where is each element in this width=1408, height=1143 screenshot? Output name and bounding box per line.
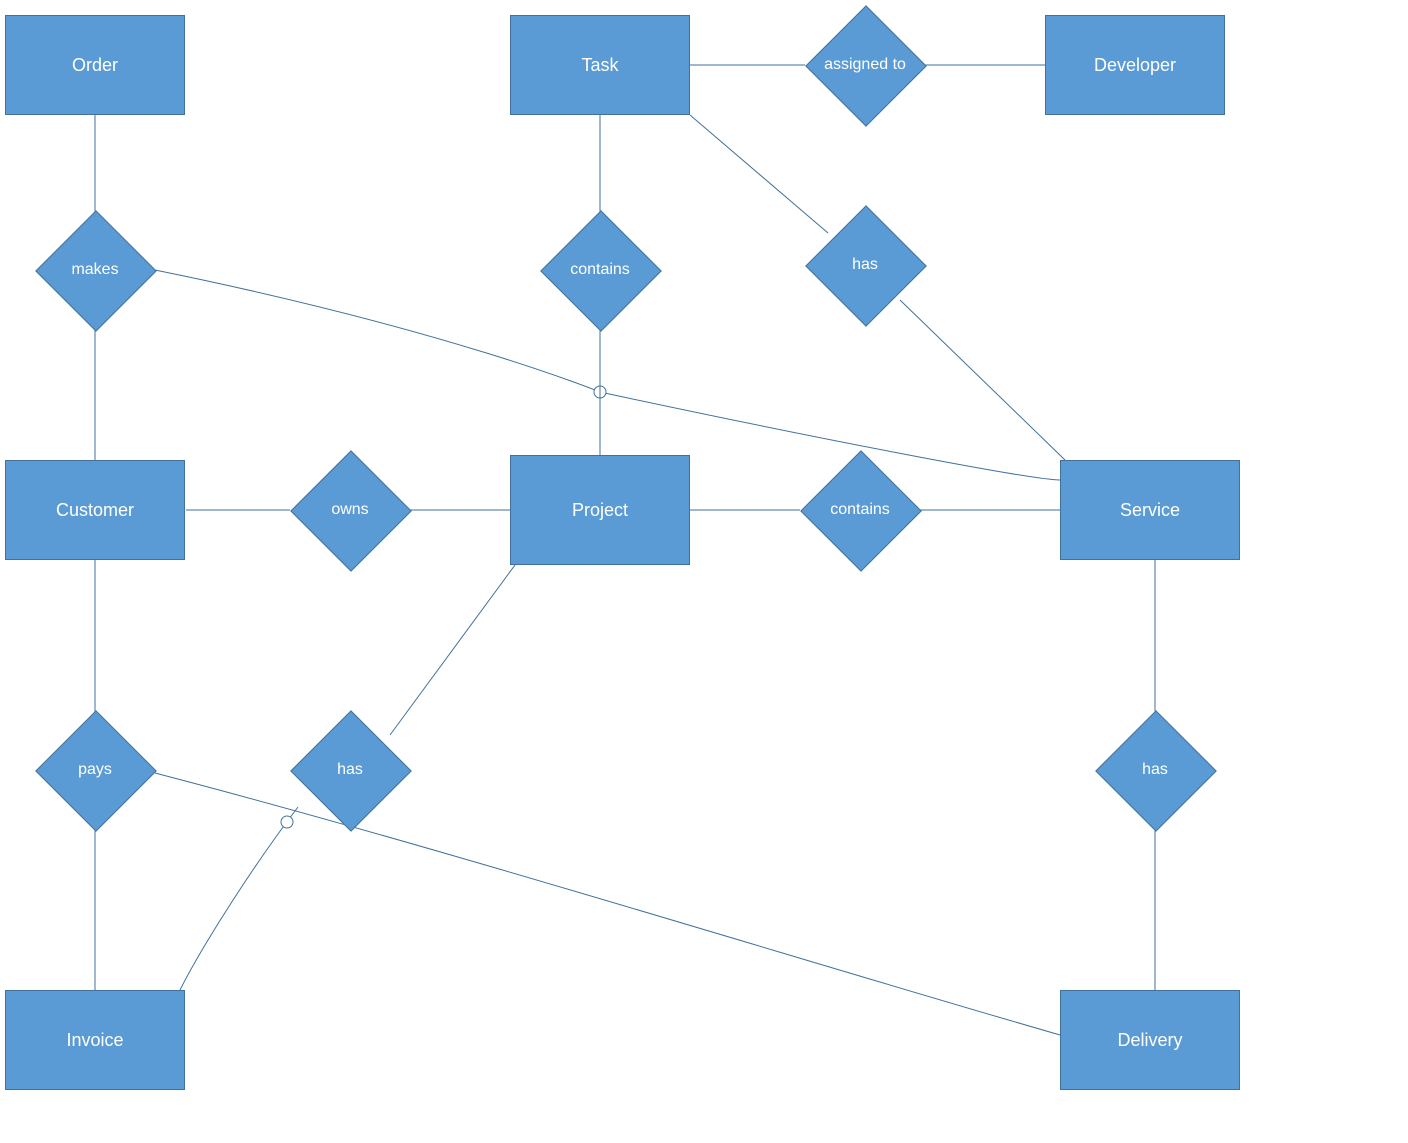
relationship-label: contains xyxy=(570,261,630,279)
relationship-has-project: has xyxy=(290,730,410,810)
entity-project: Project xyxy=(510,455,690,565)
relationship-label: pays xyxy=(78,761,112,779)
relationship-label: contains xyxy=(830,501,890,519)
relationship-label: owns xyxy=(331,501,368,519)
relationship-has-service: has xyxy=(1095,730,1215,810)
relationship-contains-service: contains xyxy=(800,470,920,550)
connector-lines xyxy=(0,0,1408,1143)
relationship-pays: pays xyxy=(35,730,155,810)
relationship-label: assigned to xyxy=(824,56,906,74)
relationship-assigned-to: assigned to xyxy=(805,25,925,105)
er-diagram-canvas: Order Task Developer Customer Project Se… xyxy=(0,0,1408,1143)
entity-order: Order xyxy=(5,15,185,115)
relationship-makes: makes xyxy=(35,230,155,310)
entity-service: Service xyxy=(1060,460,1240,560)
relationship-label: has xyxy=(1142,761,1168,779)
entity-delivery: Delivery xyxy=(1060,990,1240,1090)
entity-invoice: Invoice xyxy=(5,990,185,1090)
relationship-contains-task: contains xyxy=(540,230,660,310)
entity-developer: Developer xyxy=(1045,15,1225,115)
relationship-owns: owns xyxy=(290,470,410,550)
relationship-label: has xyxy=(337,761,363,779)
relationship-label: has xyxy=(852,256,878,274)
entity-customer: Customer xyxy=(5,460,185,560)
entity-task: Task xyxy=(510,15,690,115)
relationship-label: makes xyxy=(71,261,118,279)
relationship-has-task: has xyxy=(805,225,925,305)
